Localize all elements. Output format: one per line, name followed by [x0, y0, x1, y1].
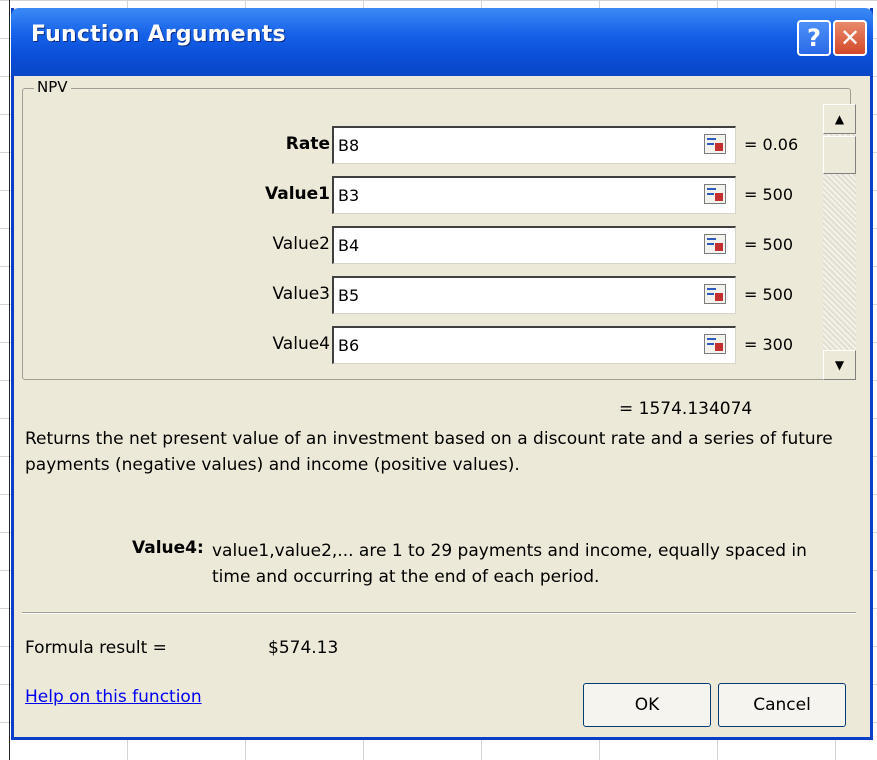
scroll-up-icon[interactable]: ▲	[823, 104, 856, 134]
sheet-divider	[9, 0, 10, 760]
argument-row-value2: Value2 B4 = 500	[130, 226, 793, 264]
separator	[22, 612, 856, 614]
formula-result-value: $574.13	[268, 638, 339, 658]
value2-input[interactable]: B4	[332, 226, 736, 264]
parameter-description: value1,value2,... are 1 to 29 payments a…	[212, 541, 807, 587]
value3-input[interactable]: B5	[332, 276, 736, 314]
collapse-dialog-icon[interactable]	[704, 334, 726, 354]
argument-value: = 500	[744, 235, 794, 254]
scroll-thumb[interactable]	[823, 136, 856, 174]
dialog-title: Function Arguments	[31, 22, 286, 47]
collapse-dialog-icon[interactable]	[704, 184, 726, 204]
title-bar[interactable]: Function Arguments ? ✕	[11, 8, 873, 76]
argument-label: Value3	[272, 284, 331, 304]
argument-value: = 0.06	[744, 135, 799, 154]
ok-button[interactable]: OK	[583, 683, 711, 727]
function-result: = 1574.134074	[619, 399, 753, 419]
argument-value: = 300	[744, 335, 794, 354]
argument-row-value4: Value4 B6 = 300	[130, 326, 793, 364]
function-name-label: NPV	[34, 78, 71, 96]
collapse-dialog-icon[interactable]	[704, 134, 726, 154]
parameter-name: Value4:	[132, 538, 204, 558]
argument-value: = 500	[744, 285, 794, 304]
argument-label: Value4	[272, 334, 331, 354]
argument-label: Value1	[265, 184, 330, 204]
argument-row-value1: Value1 B3 = 500	[130, 176, 793, 214]
argument-value: = 500	[744, 185, 794, 204]
rate-input[interactable]: B8	[332, 126, 736, 164]
close-icon[interactable]: ✕	[833, 20, 867, 56]
cancel-button[interactable]: Cancel	[718, 683, 846, 727]
collapse-dialog-icon[interactable]	[704, 234, 726, 254]
scroll-down-icon[interactable]: ▼	[823, 350, 856, 380]
collapse-dialog-icon[interactable]	[704, 284, 726, 304]
argument-row-value3: Value3 B5 = 500	[130, 276, 793, 314]
formula-result-label: Formula result =	[25, 638, 167, 658]
argument-label: Rate	[285, 134, 330, 154]
help-icon[interactable]: ?	[797, 20, 831, 56]
value1-input[interactable]: B3	[332, 176, 736, 214]
value4-input[interactable]: B6	[332, 326, 736, 364]
help-on-function-link[interactable]: Help on this function	[25, 687, 202, 707]
argument-row-rate: Rate B8 = 0.06	[130, 126, 798, 164]
argument-label: Value2	[272, 234, 331, 254]
arguments-scrollbar[interactable]: ▲ ▼	[823, 104, 856, 380]
function-description: Returns the net present value of an inve…	[25, 429, 833, 475]
